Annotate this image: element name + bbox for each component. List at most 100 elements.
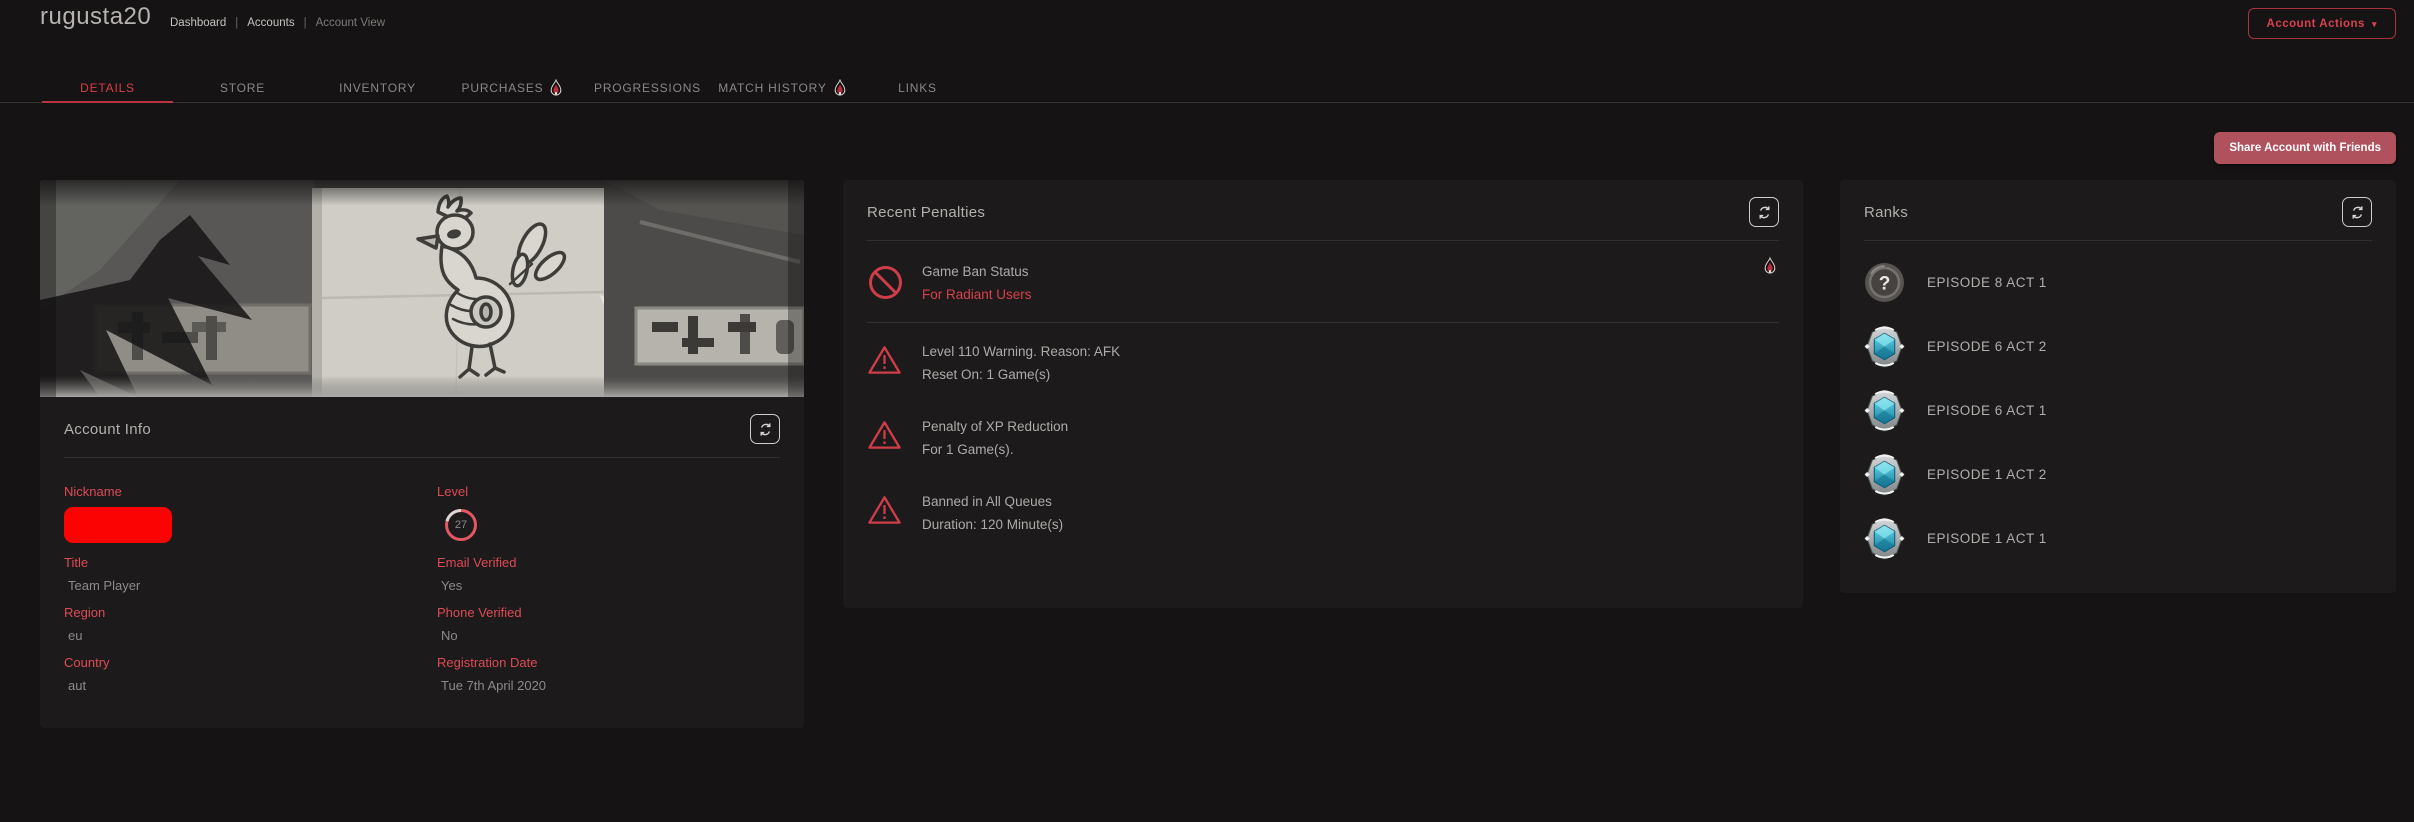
tab-label: STORE — [219, 81, 266, 95]
chevron-down-icon: ▾ — [2371, 18, 2377, 29]
rank-label: EPISODE 1 ACT 2 — [1927, 467, 2047, 482]
rank-row: EPISODE 1 ACT 1 — [1864, 517, 2372, 560]
warning-triangle-icon — [868, 496, 901, 524]
field-label: Country — [64, 655, 110, 670]
field-label: Region — [64, 605, 106, 620]
breadcrumb-dashboard[interactable]: Dashboard — [170, 17, 226, 29]
rank-label: EPISODE 8 ACT 1 — [1927, 275, 2047, 290]
refresh-icon — [2352, 205, 2362, 219]
rank-label: EPISODE 6 ACT 2 — [1927, 339, 2047, 354]
account-field: Email Verified Yes — [437, 555, 780, 593]
penalty-line2: For 1 Game(s). — [922, 442, 1014, 457]
field-label: Phone Verified — [437, 605, 522, 620]
penalty-row: Banned in All Queues Duration: 120 Minut… — [843, 473, 1803, 548]
breadcrumb-accounts[interactable]: Accounts — [247, 17, 294, 29]
rank-label: EPISODE 6 ACT 1 — [1927, 403, 2047, 418]
rank-row: EPISODE 1 ACT 2 — [1864, 453, 2372, 496]
tab-match-history[interactable]: MATCH HISTORY — [715, 74, 850, 102]
account-actions-label: Account Actions — [2266, 17, 2365, 30]
recent-penalties-card: Recent Penalties Game Ban Status For Rad… — [843, 180, 1803, 608]
tab-progressions[interactable]: PROGRESSIONS — [580, 74, 715, 102]
rank-row: ? EPISODE 8 ACT 1 — [1864, 261, 2372, 304]
field-value: No — [441, 628, 458, 643]
rank-label: EPISODE 1 ACT 1 — [1927, 531, 2047, 546]
tab-purchases[interactable]: PURCHASES — [445, 74, 580, 102]
game-ban-status-value: For Radiant Users — [922, 287, 1032, 302]
field-value: Tue 7th April 2020 — [441, 678, 547, 693]
share-account-button[interactable]: Share Account with Friends — [2214, 132, 2396, 164]
rank-list: ? EPISODE 8 ACT 1 EPISODE 6 ACT 2 EPISOD… — [1840, 241, 2396, 560]
warning-triangle-icon — [868, 346, 901, 374]
account-field: Level 27 — [437, 484, 780, 543]
field-label: Title — [64, 555, 89, 570]
tab-label: PROGRESSIONS — [594, 81, 701, 95]
tab-label: MATCH HISTORY — [718, 81, 827, 95]
refresh-ranks-button[interactable] — [2342, 197, 2372, 227]
penalty-line1: Level 110 Warning. Reason: AFK — [922, 344, 1121, 359]
field-value: Yes — [441, 578, 463, 593]
rank-badge-icon — [1864, 453, 1905, 496]
level-ring: 27 — [443, 507, 479, 543]
account-info-title: Account Info — [64, 420, 151, 438]
breadcrumb-separator: | — [235, 17, 239, 29]
redacted-nickname-value — [64, 507, 172, 543]
ranks-card: Ranks ? EPISODE 8 ACT 1 EPISODE 6 ACT 2 … — [1840, 180, 2396, 593]
breadcrumb-separator: | — [303, 17, 307, 29]
refresh-penalties-button[interactable] — [1749, 197, 1779, 227]
account-field: Title Team Player — [64, 555, 407, 593]
account-field: Phone Verified No — [437, 605, 780, 643]
penalty-line2: Duration: 120 Minute(s) — [922, 517, 1064, 532]
rank-badge-icon — [1864, 517, 1905, 560]
unranked-badge-icon: ? — [1864, 261, 1905, 304]
field-label: Email Verified — [437, 555, 517, 570]
tab-label: DETAILS — [80, 81, 135, 95]
tab-label: PURCHASES — [461, 81, 544, 95]
game-ban-status-label: Game Ban Status — [922, 264, 1029, 279]
ranks-title: Ranks — [1864, 203, 1909, 221]
penalty-row: Level 110 Warning. Reason: AFK Reset On:… — [843, 323, 1803, 398]
field-value: aut — [68, 678, 87, 693]
level-value: 27 — [454, 519, 468, 531]
rank-badge-icon — [1864, 389, 1905, 432]
rank-row: EPISODE 6 ACT 1 — [1864, 389, 2372, 432]
account-info-card: Account Info Nickname Title Team Player … — [40, 180, 804, 728]
flame-icon — [1763, 256, 1777, 280]
account-field: Registration Date Tue 7th April 2020 — [437, 655, 780, 693]
flame-icon — [551, 79, 562, 96]
tab-inventory[interactable]: INVENTORY — [310, 74, 445, 102]
account-actions-button[interactable]: Account Actions ▾ — [2247, 8, 2396, 39]
tab-label: LINKS — [898, 81, 937, 95]
account-fields-left-column: Nickname Title Team Player Region eu Cou… — [64, 484, 407, 705]
rooster-poster-banner-art — [40, 180, 804, 397]
field-label: Nickname — [64, 484, 122, 499]
tab-links[interactable]: LINKS — [850, 74, 985, 102]
penalty-list: Level 110 Warning. Reason: AFK Reset On:… — [843, 323, 1803, 548]
account-fields: Nickname Title Team Player Region eu Cou… — [40, 458, 804, 705]
tab-label: INVENTORY — [339, 81, 416, 95]
penalty-line2: Reset On: 1 Game(s) — [922, 367, 1051, 382]
refresh-account-info-button[interactable] — [750, 414, 780, 444]
rank-row: EPISODE 6 ACT 2 — [1864, 325, 2372, 368]
field-value: Team Player — [68, 578, 141, 593]
field-label: Level — [437, 484, 469, 499]
refresh-icon — [760, 422, 770, 436]
breadcrumb: Dashboard | Accounts | Account View — [170, 17, 385, 29]
field-label: Registration Date — [437, 655, 538, 670]
game-ban-status-row: Game Ban Status For Radiant Users — [843, 241, 1803, 322]
breadcrumb-account-view: Account View — [315, 17, 386, 29]
tab-details[interactable]: DETAILS — [40, 74, 175, 103]
account-field: Region eu — [64, 605, 407, 643]
field-value: eu — [68, 628, 83, 643]
tab-bar: DETAILS STORE INVENTORY PURCHASES PROGRE… — [0, 74, 2414, 103]
penalty-line1: Penalty of XP Reduction — [922, 419, 1069, 434]
svg-text:?: ? — [1879, 274, 1891, 295]
warning-triangle-icon — [868, 421, 901, 449]
account-fields-right-column: Level 27 Email Verified Yes Phone Verifi… — [437, 484, 780, 705]
no-entry-icon — [869, 266, 902, 299]
tab-store[interactable]: STORE — [175, 74, 310, 102]
penalty-line1: Banned in All Queues — [922, 494, 1052, 509]
refresh-icon — [1759, 205, 1769, 219]
account-view-page: rugusta20 Dashboard | Accounts | Account… — [0, 0, 2414, 822]
account-field: Nickname — [64, 484, 407, 543]
penalty-row: Penalty of XP Reduction For 1 Game(s). — [843, 398, 1803, 473]
